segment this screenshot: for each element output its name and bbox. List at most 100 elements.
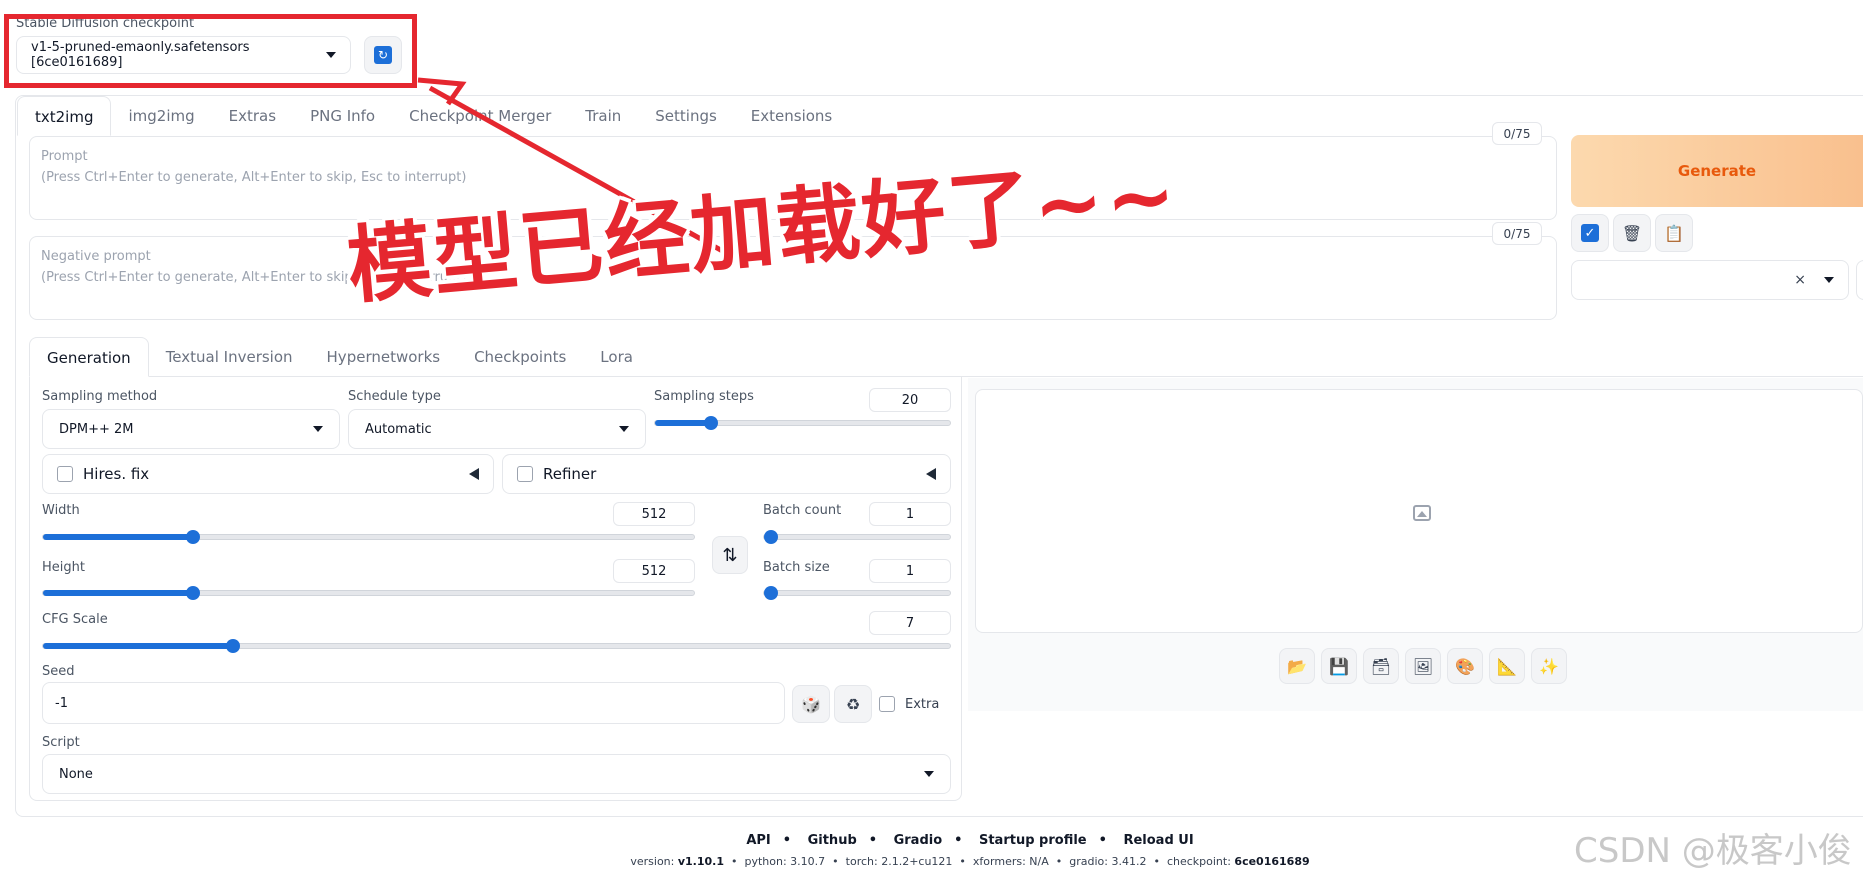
dice-icon: 🎲 [801,694,821,714]
script-value: None [59,766,93,782]
clear-prompt-button[interactable]: 🗑 [1613,214,1651,252]
xformers-version: xformers: N/A [972,855,1049,868]
generate-button[interactable]: Generate [1571,135,1863,207]
checkpoint-hash: 6ce0161689 [1234,855,1310,868]
extra-checkbox[interactable] [879,696,895,712]
slider-fill [43,534,193,540]
tab-extensions[interactable]: Extensions [734,96,849,136]
sparkle-button[interactable]: ✨ [1531,648,1567,684]
hires-fix-checkbox[interactable] [57,466,73,482]
slider-thumb[interactable] [764,586,778,600]
send-to-img2img-icon: 🖼 [1412,656,1434,676]
slider-thumb[interactable] [185,586,200,600]
schedule-type-label: Schedule type [348,389,441,404]
height-label: Height [42,560,85,575]
tab-checkpoints[interactable]: Checkpoints [457,337,583,377]
slider-thumb[interactable] [704,416,719,430]
batch-size-label: Batch size [763,560,830,575]
batch-size-slider[interactable] [763,586,951,600]
batch-count-input[interactable]: 1 [869,502,951,526]
send-to-extras-button[interactable]: 📐 [1489,648,1525,684]
swap-dimensions-button[interactable]: ⇅ [712,536,748,574]
torch-version: torch: 2.1.2+cu121 [845,855,953,868]
sparkle-icon: ✨ [1539,656,1559,676]
reuse-seed-button[interactable]: ♻ [834,685,872,723]
hires-fix-accordion[interactable]: Hires. fix [42,454,494,494]
sampling-method-select[interactable]: DPM++ 2M [42,409,340,449]
clipboard-icon: 📋 [1664,223,1684,243]
tab-txt2img[interactable]: txt2img [17,96,112,136]
save-icon: 💾 [1329,656,1349,676]
tab-png-info[interactable]: PNG Info [293,96,392,136]
refiner-accordion[interactable]: Refiner [502,454,951,494]
height-slider[interactable] [42,586,695,600]
width-input[interactable]: 512 [613,502,695,526]
tab-textual-inversion[interactable]: Textual Inversion [149,337,310,377]
checkbox-icon: ✓ [1581,224,1599,242]
seed-label: Seed [42,664,75,679]
tab-checkpoint-merger[interactable]: Checkpoint Merger [392,96,568,136]
styles-select[interactable]: × [1571,260,1849,300]
version-value: v1.10.1 [677,855,725,868]
script-select[interactable]: None [42,754,951,794]
slider-thumb[interactable] [764,530,778,544]
refiner-checkbox[interactable] [517,466,533,482]
extra-seed-toggle[interactable]: Extra [879,696,939,712]
trash-icon: 🗑 [1621,223,1643,243]
seed-input[interactable]: -1 [42,682,785,724]
tab-generation[interactable]: Generation [29,337,149,377]
tab-settings[interactable]: Settings [638,96,734,136]
checkpoint-highlight-box [4,14,417,88]
hires-fix-label: Hires. fix [83,465,150,483]
collapse-arrow-icon [469,468,479,480]
footer-link-gradio[interactable]: Gradio [894,833,943,848]
script-label: Script [42,735,80,750]
sampling-steps-label: Sampling steps [654,389,754,404]
footer-link-reload-ui[interactable]: Reload UI [1123,833,1193,848]
prompt-token-counter: 0/75 [1492,122,1542,145]
save-button[interactable]: 💾 [1321,648,1357,684]
paste-button[interactable]: 📋 [1655,214,1693,252]
sampling-steps-input[interactable]: 20 [869,388,951,412]
sampling-method-label: Sampling method [42,389,158,404]
height-input[interactable]: 512 [613,559,695,583]
sampling-steps-slider[interactable] [654,416,951,430]
footer-link-api[interactable]: API [746,833,770,848]
slider-fill [43,643,234,649]
send-to-inpaint-button[interactable]: 🎨 [1447,648,1483,684]
schedule-type-value: Automatic [365,421,432,437]
slider-thumb[interactable] [185,530,200,544]
footer-version-info: version: v1.10.1 • python: 3.10.7 • torc… [630,855,1310,868]
zip-button[interactable]: 🗃 [1363,648,1399,684]
tab-img2img[interactable]: img2img [111,96,211,136]
batch-size-input[interactable]: 1 [869,559,951,583]
tab-extras[interactable]: Extras [212,96,293,136]
version-label: version: [630,855,675,868]
chevron-down-icon [1824,277,1834,283]
cfg-scale-slider[interactable] [42,639,951,653]
refiner-label: Refiner [543,465,597,483]
open-folder-button[interactable]: 📂 [1279,648,1315,684]
slider-fill [655,420,712,426]
footer-links: API • Github • Gradio • Startup profile • Re… [746,833,1194,848]
tab-lora[interactable]: Lora [583,337,650,377]
folder-icon: 📂 [1287,656,1307,676]
cfg-scale-label: CFG Scale [42,612,108,627]
cfg-scale-input[interactable]: 7 [869,611,951,635]
width-slider[interactable] [42,530,695,544]
sampling-method-value: DPM++ 2M [59,421,134,437]
footer-link-startup-profile[interactable]: Startup profile [979,833,1087,848]
tab-hypernetworks[interactable]: Hypernetworks [310,337,458,377]
clear-icon[interactable]: × [1794,272,1806,288]
apply-style-button[interactable]: ✓ [1571,214,1609,252]
send-to-img2img-button[interactable]: 🖼 [1405,648,1441,684]
schedule-type-select[interactable]: Automatic [348,409,646,449]
batch-count-slider[interactable] [763,530,951,544]
tab-train[interactable]: Train [568,96,638,136]
random-seed-button[interactable]: 🎲 [792,685,830,723]
footer-link-github[interactable]: Github [808,833,857,848]
chevron-down-icon [924,771,934,777]
styles-edit-button[interactable] [1856,260,1863,300]
zip-icon: 🗃 [1370,656,1392,676]
python-version: python: 3.10.7 [744,855,826,868]
